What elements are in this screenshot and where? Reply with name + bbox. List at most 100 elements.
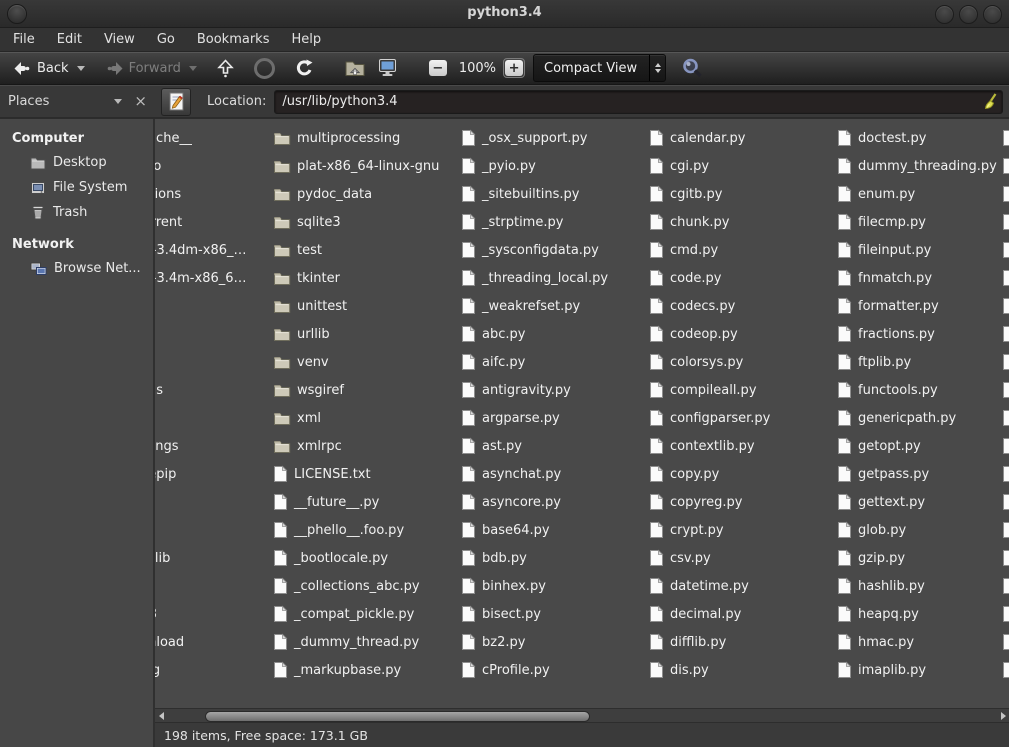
- file-item[interactable]: calendar.py: [649, 124, 770, 152]
- file-item[interactable]: cgitb.py: [649, 180, 770, 208]
- file-item[interactable]: asyncore.py: [461, 488, 608, 516]
- horizontal-scrollbar[interactable]: [155, 708, 1009, 723]
- file-item[interactable]: decimal.py: [649, 600, 770, 628]
- folder-item[interactable]: urllib: [273, 320, 439, 348]
- file-item[interactable]: bz2.py: [461, 628, 608, 656]
- file-item[interactable]: crypt.py: [649, 516, 770, 544]
- file-item[interactable]: dis.py: [649, 656, 770, 684]
- folder-item[interactable]: venv: [273, 348, 439, 376]
- file-item[interactable]: _weakrefset.py: [461, 292, 608, 320]
- file-item[interactable]: [1002, 180, 1009, 208]
- file-item[interactable]: [1002, 348, 1009, 376]
- sidebar-item-browse-net[interactable]: Browse Net...: [0, 256, 153, 281]
- file-item[interactable]: abc.py: [461, 320, 608, 348]
- file-item[interactable]: _dummy_thread.py: [273, 628, 439, 656]
- maximize-button[interactable]: [959, 5, 978, 24]
- file-item[interactable]: _threading_local.py: [461, 264, 608, 292]
- folder-item[interactable]: xml: [273, 404, 439, 432]
- reload-button[interactable]: [290, 55, 319, 82]
- file-item[interactable]: [1002, 516, 1009, 544]
- file-item[interactable]: _pyio.py: [461, 152, 608, 180]
- file-item[interactable]: base64.py: [461, 516, 608, 544]
- file-item[interactable]: [1002, 628, 1009, 656]
- file-item[interactable]: [1002, 600, 1009, 628]
- file-item[interactable]: asynchat.py: [461, 460, 608, 488]
- view-mode-spinner[interactable]: [649, 55, 665, 81]
- up-button[interactable]: [212, 55, 239, 82]
- minimize-button[interactable]: [935, 5, 954, 24]
- folder-item[interactable]: test: [273, 236, 439, 264]
- file-item[interactable]: [1002, 236, 1009, 264]
- file-item[interactable]: dummy_threading.py: [837, 152, 997, 180]
- file-item[interactable]: _osx_support.py: [461, 124, 608, 152]
- file-item[interactable]: csv.py: [649, 544, 770, 572]
- close-button[interactable]: [983, 5, 1002, 24]
- home-button[interactable]: [339, 55, 371, 81]
- folder-item[interactable]: pydoc_data: [273, 180, 439, 208]
- file-item[interactable]: _markupbase.py: [273, 656, 439, 684]
- location-path[interactable]: /usr/lib/python3.4: [282, 94, 982, 109]
- file-item[interactable]: doctest.py: [837, 124, 997, 152]
- file-item[interactable]: fileinput.py: [837, 236, 997, 264]
- file-item[interactable]: [1002, 292, 1009, 320]
- file-item[interactable]: datetime.py: [649, 572, 770, 600]
- file-item[interactable]: cgi.py: [649, 152, 770, 180]
- places-dropdown-icon[interactable]: [114, 99, 122, 104]
- desktop-button[interactable]: [371, 54, 404, 82]
- folder-item[interactable]: plat-x86_64-linux-gnu: [273, 152, 439, 180]
- zoom-in-button[interactable]: +: [503, 58, 525, 78]
- file-item[interactable]: [1002, 208, 1009, 236]
- file-item[interactable]: configparser.py: [649, 404, 770, 432]
- folder-item[interactable]: sqlite3: [273, 208, 439, 236]
- file-item[interactable]: [1002, 656, 1009, 684]
- file-item[interactable]: functools.py: [837, 376, 997, 404]
- file-item[interactable]: ftplib.py: [837, 348, 997, 376]
- file-item[interactable]: [1002, 264, 1009, 292]
- menu-help[interactable]: Help: [282, 29, 330, 50]
- file-item[interactable]: heapq.py: [837, 600, 997, 628]
- scrollbar-track[interactable]: [167, 709, 997, 723]
- file-item[interactable]: fractions.py: [837, 320, 997, 348]
- edit-path-button[interactable]: [161, 88, 191, 116]
- menu-edit[interactable]: Edit: [48, 29, 91, 50]
- file-item[interactable]: _sitebuiltins.py: [461, 180, 608, 208]
- file-item[interactable]: [1002, 544, 1009, 572]
- file-item[interactable]: hashlib.py: [837, 572, 997, 600]
- back-button[interactable]: Back: [8, 57, 90, 80]
- file-item[interactable]: gzip.py: [837, 544, 997, 572]
- file-item[interactable]: getpass.py: [837, 460, 997, 488]
- sidebar-item-file-system[interactable]: File System: [0, 175, 153, 200]
- file-item[interactable]: contextlib.py: [649, 432, 770, 460]
- file-item[interactable]: glob.py: [837, 516, 997, 544]
- file-item[interactable]: binhex.py: [461, 572, 608, 600]
- view-mode-select[interactable]: Compact View: [533, 54, 666, 82]
- scroll-left-arrow-icon[interactable]: [155, 712, 167, 720]
- file-item[interactable]: getopt.py: [837, 432, 997, 460]
- file-item[interactable]: genericpath.py: [837, 404, 997, 432]
- file-item[interactable]: _compat_pickle.py: [273, 600, 439, 628]
- sidebar-item-desktop[interactable]: Desktop: [0, 150, 153, 175]
- file-item[interactable]: bdb.py: [461, 544, 608, 572]
- file-item[interactable]: formatter.py: [837, 292, 997, 320]
- file-item[interactable]: [1002, 124, 1009, 152]
- file-item[interactable]: copyreg.py: [649, 488, 770, 516]
- menu-file[interactable]: File: [4, 29, 44, 50]
- location-entry[interactable]: /usr/lib/python3.4: [274, 90, 1003, 114]
- menu-view[interactable]: View: [95, 29, 144, 50]
- scroll-right-arrow-icon[interactable]: [997, 712, 1009, 720]
- file-item[interactable]: bisect.py: [461, 600, 608, 628]
- places-panel-title[interactable]: Places: [8, 94, 114, 109]
- file-item[interactable]: [1002, 572, 1009, 600]
- file-item[interactable]: copy.py: [649, 460, 770, 488]
- file-item[interactable]: ast.py: [461, 432, 608, 460]
- file-item[interactable]: [1002, 488, 1009, 516]
- forward-button[interactable]: Forward: [100, 57, 202, 80]
- file-item[interactable]: __phello__.foo.py: [273, 516, 439, 544]
- file-item[interactable]: colorsys.py: [649, 348, 770, 376]
- menu-bookmarks[interactable]: Bookmarks: [188, 29, 279, 50]
- file-item[interactable]: LICENSE.txt: [273, 460, 439, 488]
- file-item[interactable]: compileall.py: [649, 376, 770, 404]
- file-item[interactable]: aifc.py: [461, 348, 608, 376]
- file-item[interactable]: difflib.py: [649, 628, 770, 656]
- file-item[interactable]: cmd.py: [649, 236, 770, 264]
